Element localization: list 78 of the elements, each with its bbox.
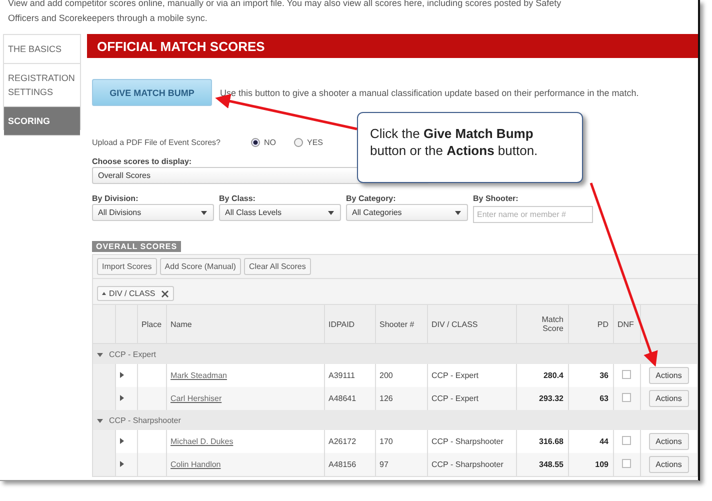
table-cell: 280.4 xyxy=(516,364,568,387)
caret-icon xyxy=(455,211,461,215)
sort-icon xyxy=(102,292,106,295)
actions-button[interactable]: Actions xyxy=(648,456,689,473)
table-cell: 316.68 xyxy=(516,430,568,453)
section-label: OVERALL SCORES xyxy=(92,241,182,252)
radio-button[interactable] xyxy=(251,138,260,147)
shooter-name-link[interactable]: Mark Steadman xyxy=(170,371,227,380)
section-header: OFFICIAL MATCH SCORES xyxy=(87,34,698,58)
shooter-search-field[interactable]: Enter name or member # xyxy=(473,206,593,223)
column-header: IDPAID xyxy=(324,305,375,344)
radio-label: NO xyxy=(264,138,276,147)
caret-icon xyxy=(328,211,334,215)
expand-row-icon[interactable] xyxy=(120,461,124,467)
table-cell: 348.55 xyxy=(516,453,568,476)
filter-dropdown[interactable]: All Categories xyxy=(346,204,468,221)
toolbar-button[interactable]: Clear All Scores xyxy=(244,258,311,275)
table-cell: 293.32 xyxy=(516,387,568,410)
filter-dropdown[interactable]: All Class Levels xyxy=(219,204,341,221)
dnf-checkbox[interactable] xyxy=(622,393,631,402)
group-label: CCP - Expert xyxy=(109,350,156,358)
actions-button[interactable]: Actions xyxy=(648,390,689,407)
table-cell: 36 xyxy=(568,364,613,387)
table-cell: A26172 xyxy=(324,430,375,453)
expand-row-icon[interactable] xyxy=(120,372,124,378)
column-header: Name xyxy=(166,305,324,344)
sidebar-item[interactable]: THE BASICS xyxy=(4,35,80,64)
field-label: By Category: xyxy=(346,194,397,203)
dnf-checkbox[interactable] xyxy=(622,436,631,445)
group-label: CCP - Sharpshooter xyxy=(109,416,181,424)
caret-icon xyxy=(201,211,207,215)
table-cell: CCP - Sharpshooter xyxy=(427,453,516,476)
table-cell: CCP - Sharpshooter xyxy=(427,430,516,453)
table-cell: CCP - Expert xyxy=(427,364,516,387)
table-cell: 63 xyxy=(568,387,613,410)
table-cell: A48641 xyxy=(324,387,375,410)
chip-label: DIV / CLASS xyxy=(109,289,156,298)
toolbar-button[interactable]: Add Score (Manual) xyxy=(160,258,241,275)
group-chip[interactable]: DIV / CLASS xyxy=(97,286,174,301)
column-header: Shooter # xyxy=(375,305,427,344)
sidebar-item[interactable]: SCORING xyxy=(4,107,80,136)
column-header: Place xyxy=(137,305,166,344)
shooter-name-link[interactable]: Carl Hershiser xyxy=(170,394,222,403)
table-cell: A48156 xyxy=(324,453,375,476)
table-cell: A39111 xyxy=(324,364,375,387)
toolbar-button[interactable]: Import Scores xyxy=(97,258,157,275)
expand-icon[interactable] xyxy=(97,418,103,422)
expand-icon[interactable] xyxy=(97,352,103,356)
table-cell: 44 xyxy=(568,430,613,453)
shooter-name-link[interactable]: Michael D. Dukes xyxy=(170,437,234,446)
upload-label: Upload a PDF File of Event Scores? xyxy=(92,138,222,147)
table-cell: CCP - Expert xyxy=(427,387,516,410)
column-header: Match Score xyxy=(516,305,568,344)
actions-button[interactable]: Actions xyxy=(648,433,689,450)
filter-dropdown[interactable]: All Divisions xyxy=(92,204,214,221)
shooter-name-link[interactable]: Colin Handlon xyxy=(170,460,221,469)
field-label: By Division: xyxy=(92,194,140,203)
field-label: By Shooter: xyxy=(473,194,520,203)
table-cell: 109 xyxy=(568,453,613,476)
radio-label: YES xyxy=(307,138,324,147)
give-match-bump-button[interactable]: GIVE MATCH BUMP xyxy=(92,79,212,106)
expand-row-icon[interactable] xyxy=(120,395,124,401)
column-header: DIV / CLASS xyxy=(427,305,516,344)
field-label: By Class: xyxy=(219,194,256,203)
radio-button[interactable] xyxy=(294,138,303,147)
expand-row-icon[interactable] xyxy=(120,438,124,444)
close-icon[interactable] xyxy=(161,290,170,298)
table-cell: 200 xyxy=(375,364,427,387)
dnf-checkbox[interactable] xyxy=(622,459,631,468)
dnf-checkbox[interactable] xyxy=(622,370,631,379)
actions-button[interactable]: Actions xyxy=(648,367,689,384)
column-header: DNF xyxy=(613,305,640,344)
table-cell: 170 xyxy=(375,430,427,453)
column-header: PD xyxy=(568,305,613,344)
table-cell: 97 xyxy=(375,453,427,476)
table-cell: 126 xyxy=(375,387,427,410)
callout-box: Click the Give Match Bump button or the Actions button. xyxy=(357,112,583,183)
field-label: Choose scores to display: xyxy=(92,157,193,166)
